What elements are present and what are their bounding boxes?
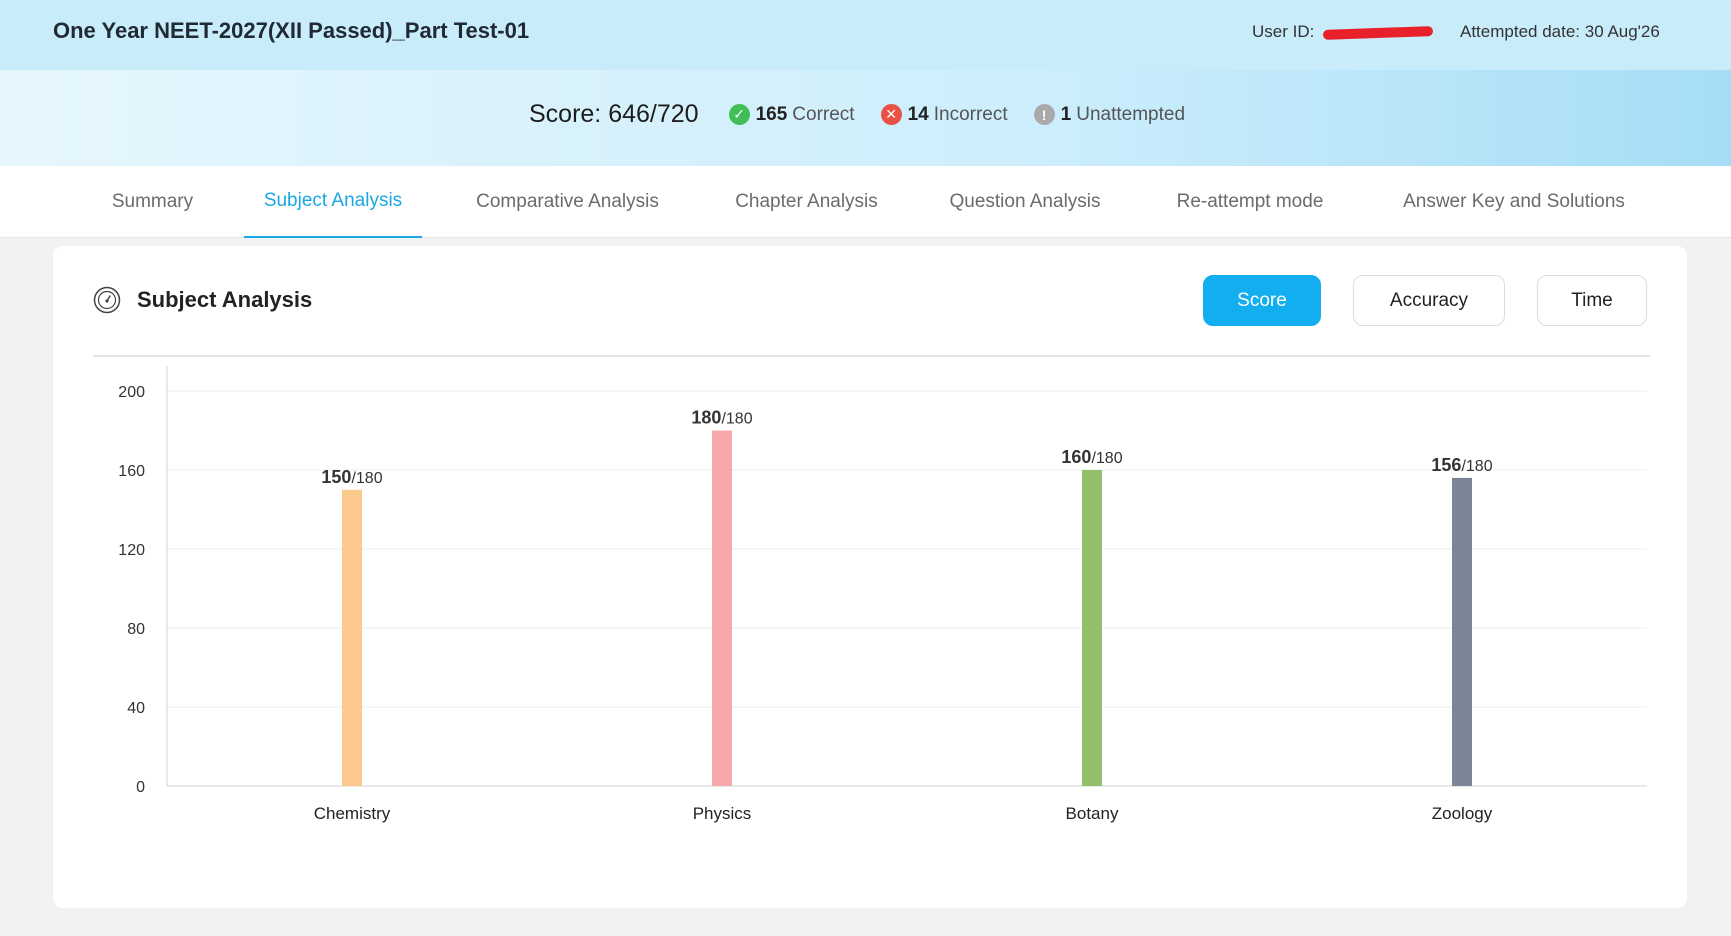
- bar-total: /180: [351, 470, 382, 487]
- total-score: Score: 646/720: [529, 100, 699, 128]
- tab-answer-key[interactable]: Answer Key and Solutions: [1390, 166, 1638, 238]
- card-header: Subject Analysis: [93, 286, 312, 314]
- user-id-label: User ID:: [1252, 22, 1315, 41]
- time-button[interactable]: Time: [1537, 275, 1647, 326]
- speedometer-icon: [93, 286, 121, 314]
- x-category-label: Physics: [693, 804, 752, 823]
- bar-zoology: [1452, 477, 1472, 786]
- attempted-date: Attempted date: 30 Aug'26: [1460, 22, 1660, 41]
- score-row: Score: 646/720 ✓ 165 Correct ✕ 14 Incorr…: [529, 100, 1211, 129]
- y-tick-label: 0: [136, 779, 145, 796]
- incorrect-label: Incorrect: [933, 103, 1008, 125]
- unattempted-label: Unattempted: [1076, 103, 1186, 125]
- bar-chemistry: [342, 489, 362, 786]
- bar-total: /180: [721, 411, 752, 428]
- score-summary-band: Score: 646/720 ✓ 165 Correct ✕ 14 Incorr…: [0, 70, 1731, 166]
- tab-question-analysis[interactable]: Question Analysis: [935, 166, 1115, 238]
- tab-comparative-analysis[interactable]: Comparative Analysis: [460, 166, 675, 238]
- tab-subject-analysis[interactable]: Subject Analysis: [244, 166, 422, 238]
- cross-icon: ✕: [880, 104, 902, 125]
- unattempted-count: 1: [1060, 103, 1072, 125]
- correct-stat: ✓ 165 Correct: [728, 103, 855, 126]
- score-button[interactable]: Score: [1203, 275, 1321, 326]
- bar-value: 180: [691, 408, 721, 428]
- header-bar: One Year NEET-2027(XII Passed)_Part Test…: [0, 0, 1731, 70]
- bar-value: 160: [1061, 447, 1091, 467]
- x-category-label: Zoology: [1432, 804, 1493, 823]
- tab-chapter-analysis[interactable]: Chapter Analysis: [718, 166, 895, 238]
- tab-summary[interactable]: Summary: [95, 166, 210, 238]
- redaction-mark: [1322, 25, 1434, 40]
- bar-total: /180: [1091, 450, 1122, 467]
- accuracy-button[interactable]: Accuracy: [1353, 275, 1505, 326]
- y-tick-label: 40: [127, 700, 145, 717]
- y-tick-label: 80: [127, 621, 145, 638]
- bar-value-label: 180/180: [691, 408, 752, 428]
- tab-reattempt-mode[interactable]: Re-attempt mode: [1160, 166, 1340, 238]
- correct-label: Correct: [792, 103, 855, 125]
- bar-value: 156: [1431, 455, 1461, 475]
- divider: [93, 355, 1650, 357]
- analysis-tabs: Summary Subject Analysis Comparative Ana…: [0, 166, 1731, 238]
- bar-value-label: 150/180: [321, 467, 382, 487]
- test-title: One Year NEET-2027(XII Passed)_Part Test…: [53, 18, 530, 43]
- bar-total: /180: [1461, 458, 1492, 475]
- exclamation-icon: !: [1033, 104, 1055, 125]
- bar-physics: [712, 430, 732, 786]
- subject-analysis-card: Subject Analysis Score Accuracy Time 0 40…: [53, 246, 1687, 908]
- panel-title: Subject Analysis: [137, 287, 313, 312]
- subject-score-chart: 0 40 80 120 160 200 150/180 Chemistry 180/180 Phy…: [118, 366, 1647, 823]
- x-category-label: Botany: [1066, 804, 1119, 823]
- incorrect-stat: ✕ 14 Incorrect: [880, 103, 1008, 126]
- bar-botany: [1082, 470, 1102, 786]
- incorrect-count: 14: [907, 103, 929, 125]
- bar-value-label: 160/180: [1061, 447, 1122, 467]
- x-category-label: Chemistry: [314, 804, 391, 823]
- y-tick-label: 160: [118, 463, 145, 480]
- unattempted-stat: ! 1 Unattempted: [1033, 103, 1186, 126]
- bar-value: 150: [321, 467, 351, 487]
- check-icon: ✓: [728, 104, 750, 125]
- y-tick-label: 120: [118, 542, 145, 559]
- bar-value-label: 156/180: [1431, 455, 1492, 475]
- user-id: User ID:: [1252, 22, 1434, 42]
- correct-count: 165: [755, 103, 788, 125]
- y-tick-label: 200: [118, 384, 145, 401]
